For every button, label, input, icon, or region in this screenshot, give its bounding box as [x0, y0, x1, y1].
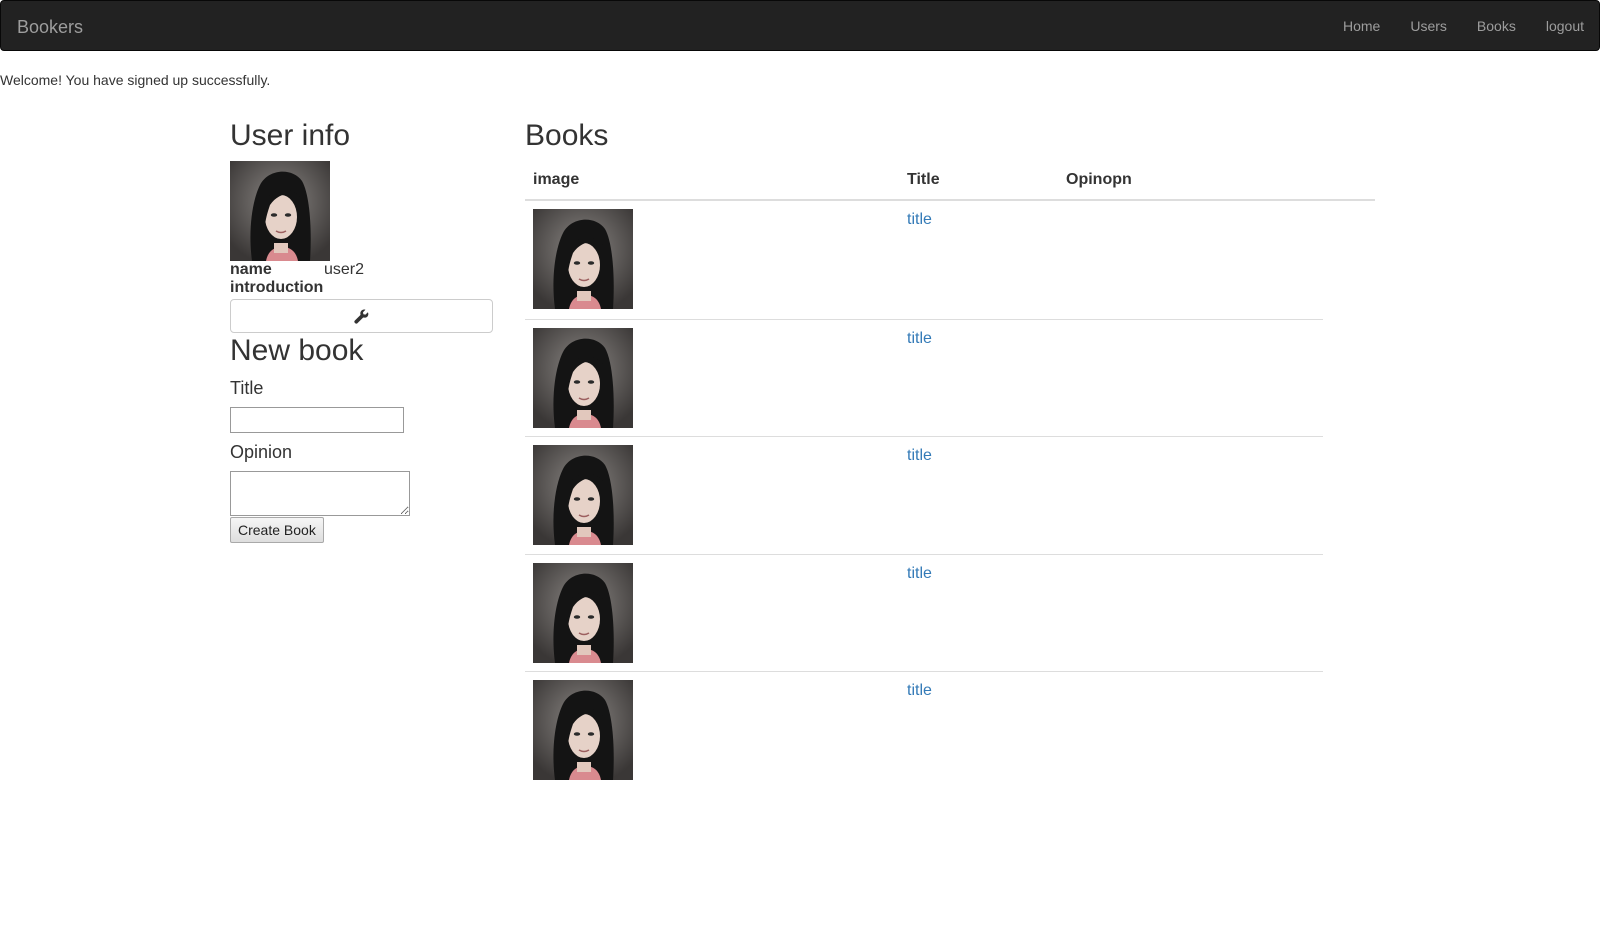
book-title-link[interactable]: title — [907, 211, 932, 228]
table-row: title — [525, 671, 1323, 789]
introduction-label: introduction — [230, 279, 324, 296]
column-header-image: image — [533, 171, 580, 188]
book-title-cell: title — [899, 320, 1058, 437]
book-title-cell: title — [899, 437, 1058, 554]
book-opinion-cell — [1058, 437, 1074, 554]
table-header: image Title Opinopn — [525, 161, 1375, 201]
sidebar: User info name user2 introduction New bo… — [230, 118, 495, 543]
opinion-label: Opinion — [230, 442, 293, 462]
book-title-link[interactable]: title — [907, 330, 932, 347]
name-row: name user2 — [230, 261, 495, 279]
nav-links: Home Users Books logout — [1328, 1, 1599, 51]
book-title-cell: title — [899, 555, 1058, 672]
books-table: image Title Opinopn title title title ti… — [525, 161, 1375, 789]
book-opinion-textarea[interactable] — [230, 471, 410, 516]
table-row: title — [525, 201, 1323, 319]
name-label: name — [230, 261, 272, 278]
column-header-opinion: Opinopn — [1066, 171, 1132, 188]
book-opinion-cell — [1058, 201, 1074, 319]
book-image — [533, 209, 633, 309]
book-image — [533, 328, 633, 428]
book-title-cell: title — [899, 201, 1058, 319]
table-row: title — [525, 553, 1323, 672]
book-image-cell — [525, 672, 899, 789]
edit-user-button[interactable] — [230, 299, 493, 333]
table-body: title title title title title — [525, 201, 1375, 789]
table-row: title — [525, 318, 1323, 437]
user-avatar — [230, 161, 330, 261]
book-title-link[interactable]: title — [907, 565, 932, 582]
book-title-cell: title — [899, 672, 1058, 789]
book-image — [533, 445, 633, 545]
books-heading: Books — [525, 119, 609, 152]
user-info-heading: User info — [230, 119, 351, 152]
flash-message: Welcome! You have signed up successfully… — [0, 72, 271, 88]
book-image-cell — [525, 201, 899, 319]
book-image — [533, 680, 633, 780]
book-title-link[interactable]: title — [907, 447, 932, 464]
new-book-heading: New book — [230, 334, 364, 367]
nav-logout-link[interactable]: logout — [1531, 1, 1599, 51]
nav-users-link[interactable]: Users — [1395, 1, 1462, 51]
book-image-cell — [525, 555, 899, 672]
table-row: title — [525, 436, 1323, 554]
book-opinion-cell — [1058, 320, 1074, 437]
column-header-title: Title — [907, 171, 940, 188]
create-book-button[interactable]: Create Book — [230, 517, 324, 543]
title-label: Title — [230, 378, 264, 398]
brand-link[interactable]: Bookers — [17, 17, 83, 37]
book-opinion-cell — [1058, 672, 1074, 789]
books-panel: Books image Title Opinopn title title ti… — [525, 118, 1375, 789]
nav-books-link[interactable]: Books — [1462, 1, 1531, 51]
book-title-link[interactable]: title — [907, 682, 932, 699]
name-value: user2 — [324, 261, 365, 278]
introduction-row: introduction — [230, 279, 495, 297]
nav-home-link[interactable]: Home — [1328, 1, 1395, 51]
book-title-input[interactable] — [230, 407, 404, 433]
navbar: Bookers Home Users Books logout — [0, 0, 1600, 51]
wrench-icon — [354, 309, 369, 324]
book-opinion-cell — [1058, 555, 1074, 672]
book-image — [533, 563, 633, 663]
book-image-cell — [525, 320, 899, 437]
book-image-cell — [525, 437, 899, 554]
